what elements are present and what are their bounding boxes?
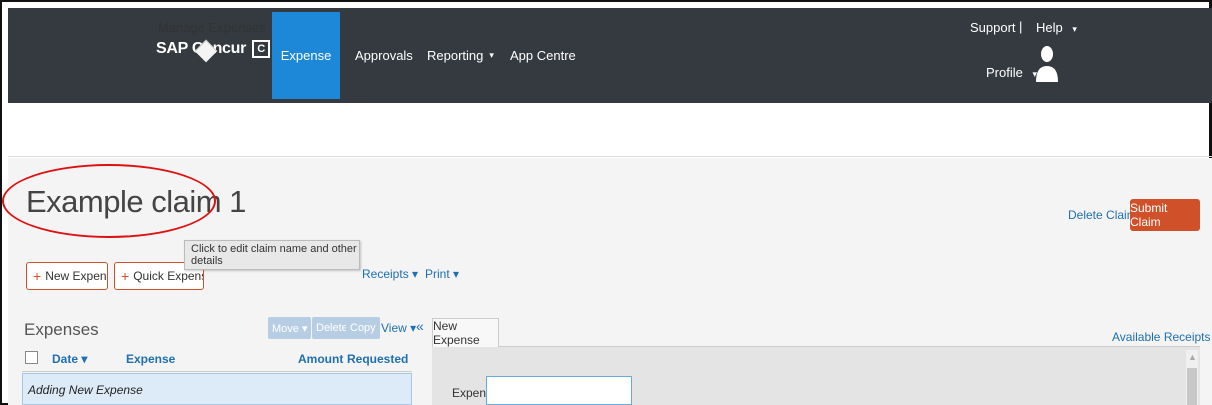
chevron-down-icon: ▾ [489, 50, 494, 60]
receipts-menu[interactable]: Receipts ▾ [362, 267, 418, 281]
plus-icon: + [121, 268, 130, 284]
user-icon[interactable] [1034, 44, 1060, 82]
tooltip-text: Click to edit claim name and other detai… [191, 243, 357, 267]
tab-new-expense[interactable]: New Expense [432, 318, 499, 347]
nav-reporting-label: Reporting [427, 48, 484, 63]
adding-new-expense-text: Adding New Expense [28, 383, 143, 397]
print-menu[interactable]: Print ▾ [425, 267, 459, 281]
delete-claim-link[interactable]: Delete Claim [1068, 208, 1137, 222]
new-expense-button[interactable]: + New Expense [26, 262, 108, 290]
profile-label: Profile [986, 65, 1023, 80]
column-amount[interactable]: Amount [298, 352, 343, 366]
tab-new-expense-label: New Expense [433, 319, 480, 347]
profile-menu[interactable]: Profile ▾ [986, 65, 1037, 80]
available-receipts-link[interactable]: Available Receipts [1112, 330, 1211, 344]
column-expense[interactable]: Expense [126, 352, 175, 366]
sub-navigation [8, 103, 1212, 157]
nav-app-centre-label: App Centre [510, 48, 576, 63]
annotation-circle [2, 164, 216, 238]
nav-app-centre[interactable]: App Centre [510, 12, 576, 99]
help-menu[interactable]: Help ▾ [1036, 20, 1077, 35]
concur-logo-icon: C [252, 40, 271, 58]
view-menu[interactable]: View ▾ [381, 321, 416, 335]
move-button[interactable]: Move ▾ [268, 317, 312, 339]
expense-table-header: Date ▾ Expense Amount Requested [22, 346, 412, 372]
select-all-checkbox[interactable] [25, 351, 38, 364]
chevron-down-icon: ▾ [1072, 24, 1077, 34]
scrollbar-thumb[interactable] [1187, 368, 1197, 405]
scroll-up-arrow-icon[interactable]: ▲ [1188, 352, 1197, 362]
nav-expense[interactable]: Expense [272, 12, 340, 99]
quick-expense-label: Quick Expense [133, 269, 203, 283]
nav-approvals[interactable]: Approvals [355, 12, 413, 99]
plus-icon: + [33, 268, 42, 284]
help-label: Help [1036, 20, 1063, 35]
separator: | [1019, 19, 1023, 34]
submit-claim-button[interactable]: Submit Claim [1130, 199, 1200, 231]
column-requested[interactable]: Requested [347, 352, 408, 366]
nav-expense-label: Expense [280, 48, 332, 63]
copy-button[interactable]: Copy [346, 317, 380, 339]
collapse-panel-icon[interactable]: « [416, 318, 424, 334]
table-row[interactable]: Adding New Expense [22, 373, 412, 405]
nav-approvals-label: Approvals [355, 48, 413, 63]
column-date[interactable]: Date ▾ [52, 352, 87, 366]
new-expense-label: New Expense [45, 269, 107, 283]
expense-type-input[interactable] [486, 376, 632, 405]
nav-reporting[interactable]: Reporting ▾ [427, 12, 494, 99]
expenses-heading: Expenses [24, 320, 99, 339]
claim-name-tooltip: Click to edit claim name and other detai… [184, 240, 360, 270]
support-link[interactable]: Support [970, 20, 1016, 35]
manage-expenses-link[interactable]: Manage Expenses [158, 20, 266, 35]
